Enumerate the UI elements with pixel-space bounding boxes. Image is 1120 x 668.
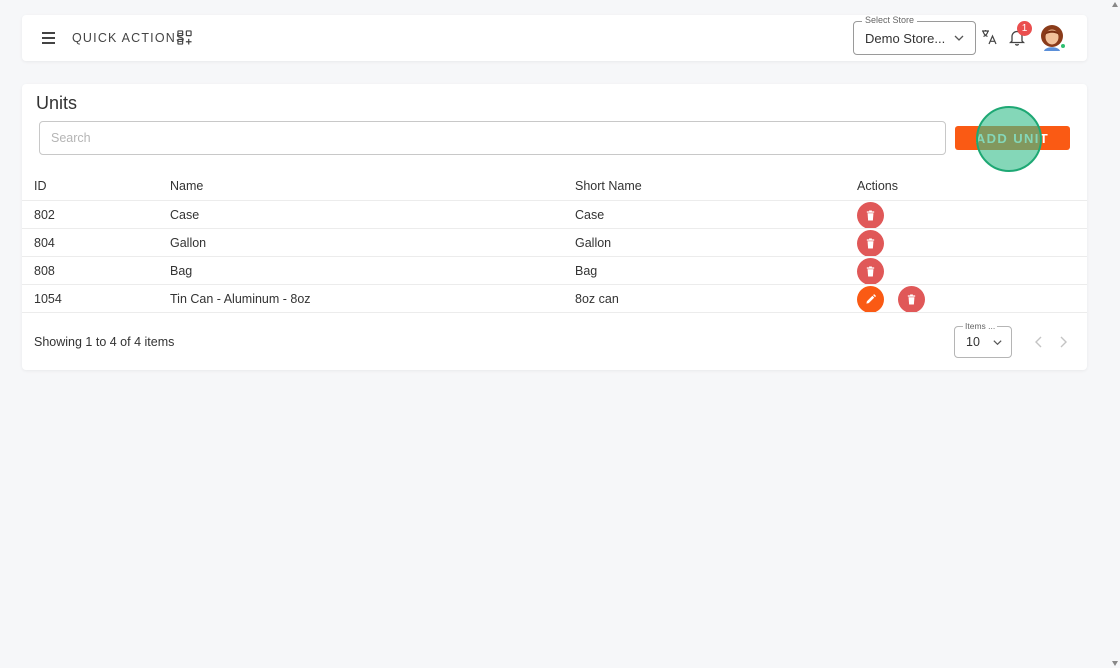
quick-actions-link[interactable]: QUICK ACTIONS (72, 31, 186, 45)
pencil-icon (866, 294, 876, 304)
scroll-up-arrow[interactable] (1112, 2, 1118, 7)
delete-button[interactable] (857, 258, 884, 285)
chevron-down-icon (954, 35, 964, 41)
cell-short-name: 8oz can (575, 292, 619, 306)
units-card: Units ADD UNIT ID Name Short Name Action… (22, 84, 1087, 370)
trash-icon (907, 294, 916, 305)
cell-id: 802 (34, 208, 55, 222)
trash-icon (866, 238, 875, 249)
delete-button[interactable] (857, 230, 884, 257)
online-status-dot (1060, 43, 1066, 49)
cell-name: Gallon (170, 236, 207, 250)
trash-icon (866, 210, 875, 221)
cell-name: Tin Can - Aluminum - 8oz (170, 292, 311, 306)
chevron-down-icon (993, 340, 1002, 346)
table-row: 802 Case Case (22, 200, 1087, 229)
scroll-down-arrow[interactable] (1112, 661, 1118, 666)
items-per-page-legend: Items ... (963, 321, 998, 331)
cell-short-name: Gallon (575, 236, 612, 250)
chevron-left-icon[interactable] (1031, 334, 1047, 350)
store-select[interactable]: Select Store Demo Store... (853, 15, 976, 55)
chevron-right-icon[interactable] (1055, 334, 1071, 350)
edit-button[interactable] (857, 286, 884, 313)
column-header-name[interactable]: Name (170, 179, 203, 193)
column-header-id[interactable]: ID (34, 179, 47, 193)
notification-badge: 1 (1017, 21, 1032, 36)
column-header-actions: Actions (857, 179, 898, 193)
table-row: 1054 Tin Can - Aluminum - 8oz 8oz can (22, 284, 1087, 313)
delete-button[interactable] (857, 202, 884, 229)
table-row: 808 Bag Bag (22, 256, 1087, 285)
page-scrollbar[interactable] (1110, 0, 1120, 668)
top-bar: QUICK ACTIONS Select Store Demo Store...… (22, 15, 1087, 61)
translate-icon[interactable] (981, 29, 997, 45)
delete-button[interactable] (898, 286, 925, 313)
items-per-page-value: 10 (966, 335, 980, 349)
avatar[interactable] (1040, 25, 1066, 51)
trash-icon (866, 266, 875, 277)
table-row: 804 Gallon Gallon (22, 228, 1087, 257)
cell-id: 804 (34, 236, 55, 250)
cell-name: Case (170, 208, 200, 222)
cell-short-name: Case (575, 208, 605, 222)
pagination-summary: Showing 1 to 4 of 4 items (34, 335, 175, 349)
items-per-page-select[interactable]: Items ... 10 (954, 321, 1012, 358)
store-select-legend: Select Store (862, 15, 918, 25)
cell-short-name: Bag (575, 264, 598, 278)
store-select-value: Demo Store... (865, 31, 946, 46)
quick-actions-grid-icon[interactable] (177, 30, 192, 45)
add-unit-button[interactable]: ADD UNIT (955, 126, 1070, 150)
column-header-short-name[interactable]: Short Name (575, 179, 642, 193)
cell-name: Bag (170, 264, 193, 278)
cell-id: 1054 (34, 292, 62, 306)
menu-icon[interactable] (40, 29, 58, 47)
table-bottom-border (22, 312, 1087, 313)
cell-id: 808 (34, 264, 55, 278)
page-title: Units (36, 93, 78, 113)
search-input[interactable] (39, 121, 946, 155)
